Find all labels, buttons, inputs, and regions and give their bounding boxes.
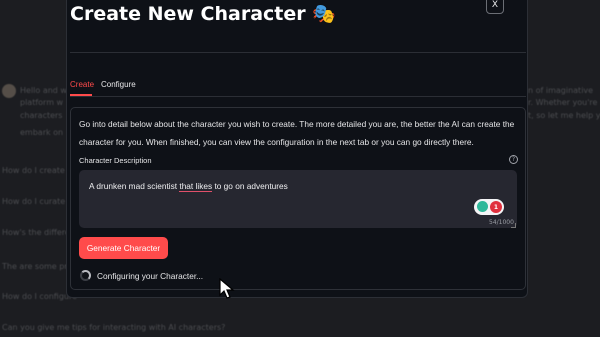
- resize-handle[interactable]: [511, 223, 516, 228]
- status-text: Configuring your Character...: [97, 271, 204, 281]
- loading-spinner-icon: [80, 270, 91, 281]
- character-description-value[interactable]: A drunken mad scientist that likes to go…: [89, 181, 288, 192]
- character-description-textarea[interactable]: [79, 170, 517, 228]
- intro-text: Go into detail below about the character…: [79, 119, 515, 147]
- tab-configure[interactable]: Configure: [101, 80, 136, 89]
- divider: [70, 52, 526, 53]
- grammar-logo-icon[interactable]: [477, 201, 488, 212]
- character-description-label: Character Description: [79, 156, 152, 165]
- tab-create[interactable]: Create: [70, 80, 94, 89]
- dialog-title: Create New Character 🎭: [70, 3, 336, 25]
- mouse-cursor-icon: [219, 278, 235, 299]
- grammar-issues-badge[interactable]: 1: [490, 201, 502, 213]
- close-button[interactable]: X: [486, 0, 504, 14]
- generate-character-button[interactable]: Generate Character: [79, 237, 168, 259]
- theater-masks-icon: 🎭: [312, 3, 336, 25]
- divider: [70, 96, 526, 97]
- question-circle-icon[interactable]: ?: [509, 155, 518, 164]
- spelling-underline: that likes: [179, 181, 213, 192]
